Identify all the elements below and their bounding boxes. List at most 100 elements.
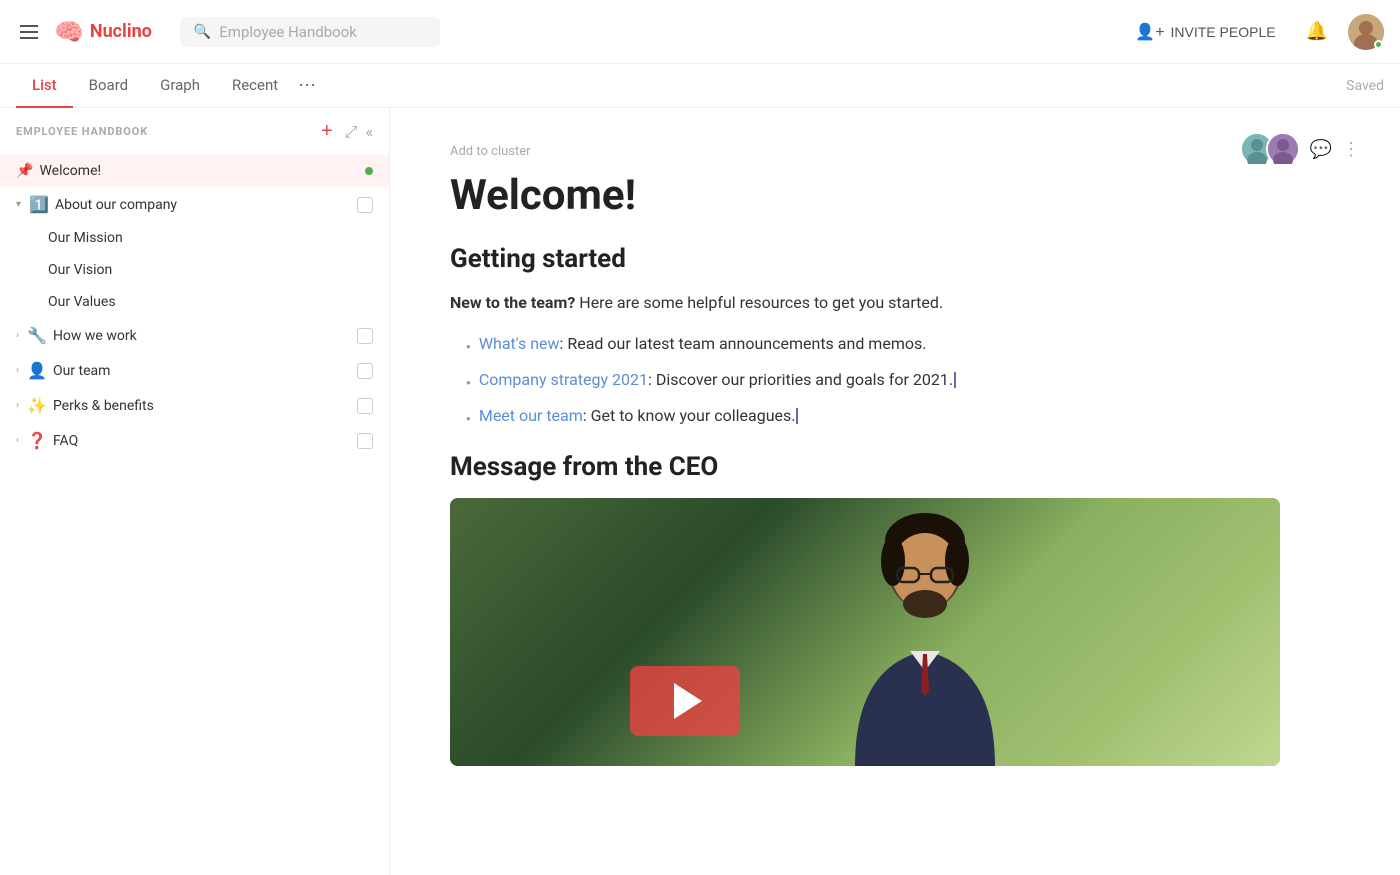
list-item: ● Company strategy 2021: Discover our pr… [466, 368, 1340, 392]
list-item-text: Meet our team: Get to know your colleagu… [479, 404, 799, 428]
sidebar-expand-icon[interactable]: ⤢ [345, 122, 358, 142]
meet-our-team-link[interactable]: Meet our team [479, 406, 583, 425]
topbar-left: 🧠 Nuclino 🔍 Employee Handbook [16, 17, 440, 47]
chevron-right-icon: › [16, 400, 19, 411]
sidebar-item-our-vision[interactable]: Our Vision [0, 254, 389, 286]
hamburger-menu-icon[interactable] [16, 21, 42, 43]
add-to-cluster-link[interactable]: Add to cluster [450, 140, 1340, 159]
sidebar-item-faq[interactable]: › ❓ FAQ [0, 423, 389, 458]
logo[interactable]: 🧠 Nuclino [54, 18, 152, 46]
sidebar-item-perks-benefits-label: Perks & benefits [53, 398, 154, 414]
item-checkbox[interactable] [357, 433, 373, 449]
getting-started-heading: Getting started [450, 244, 1340, 274]
sidebar-item-faq-label: FAQ [53, 433, 78, 449]
perks-benefits-icon: ✨ [27, 396, 47, 415]
sidebar-item-welcome[interactable]: 📌 Welcome! [0, 155, 389, 187]
tab-list[interactable]: List [16, 64, 73, 108]
sidebar-item-about-company-label: About our company [55, 197, 177, 213]
sidebar-item-how-we-work-label: How we work [53, 328, 137, 344]
video-background [450, 498, 1280, 766]
cursor-marker-2 [796, 408, 798, 424]
list-item-text: What's new: Read our latest team announc… [479, 332, 927, 356]
sidebar-header: EMPLOYEE HANDBOOK + ⤢ « [0, 108, 389, 155]
online-indicator [1374, 40, 1383, 49]
logo-text: Nuclino [90, 21, 152, 42]
intro-paragraph: New to the team? Here are some helpful r… [450, 290, 1340, 316]
sidebar: EMPLOYEE HANDBOOK + ⤢ « 📌 Welcome! ▾ 1️⃣… [0, 108, 390, 875]
intro-rest: Here are some helpful resources to get y… [575, 293, 943, 312]
saved-label: Saved [1346, 78, 1384, 94]
active-dot [365, 167, 373, 175]
pin-icon: 📌 [16, 163, 33, 179]
list-item-text: Company strategy 2021: Discover our prio… [479, 368, 956, 392]
item-checkbox[interactable] [357, 328, 373, 344]
list-item: ● Meet our team: Get to know your collea… [466, 404, 1340, 428]
sidebar-item-how-we-work[interactable]: › 🔧 How we work [0, 318, 389, 353]
play-triangle-icon [674, 683, 702, 719]
video-play-button[interactable] [630, 666, 740, 736]
our-team-icon: 👤 [27, 361, 47, 380]
whats-new-rest: : Read our latest team announcements and… [560, 334, 927, 353]
invite-people-button[interactable]: 👤+ INVITE PEOPLE [1125, 16, 1285, 48]
how-we-work-icon: 🔧 [27, 326, 47, 345]
sidebar-item-our-mission-label: Our Mission [48, 230, 123, 246]
chevron-right-icon: › [16, 365, 19, 376]
chevron-right-icon: › [16, 330, 19, 341]
item-checkbox[interactable] [357, 398, 373, 414]
sidebar-item-our-values[interactable]: Our Values [0, 286, 389, 318]
logo-brain-icon: 🧠 [54, 18, 84, 46]
search-bar[interactable]: 🔍 Employee Handbook [180, 17, 440, 47]
main-layout: EMPLOYEE HANDBOOK + ⤢ « 📌 Welcome! ▾ 1️⃣… [0, 108, 1400, 875]
bullet-dot: ● [466, 377, 471, 389]
bullet-dot: ● [466, 341, 471, 353]
more-options-icon[interactable]: ⋮ [1342, 139, 1360, 160]
sidebar-item-our-mission[interactable]: Our Mission [0, 222, 389, 254]
document-title: Welcome! [450, 171, 1340, 220]
meet-team-rest: : Get to know your colleagues. [583, 406, 796, 425]
bullet-dot: ● [466, 413, 471, 425]
topbar: 🧠 Nuclino 🔍 Employee Handbook 👤+ INVITE … [0, 0, 1400, 64]
ceo-video[interactable] [450, 498, 1280, 766]
sidebar-item-our-vision-label: Our Vision [48, 262, 112, 278]
tab-recent[interactable]: Recent [216, 64, 294, 108]
list-item: ● What's new: Read our latest team annou… [466, 332, 1340, 356]
whats-new-link[interactable]: What's new [479, 334, 560, 353]
invite-icon: 👤+ [1135, 22, 1164, 42]
sidebar-collapse-icon[interactable]: « [365, 122, 373, 141]
sidebar-item-our-values-label: Our Values [48, 294, 116, 310]
item-checkbox[interactable] [357, 197, 373, 213]
chevron-right-icon: › [16, 435, 19, 446]
sidebar-item-our-team-label: Our team [53, 363, 110, 379]
search-icon: 🔍 [194, 24, 211, 40]
notifications-bell-icon[interactable]: 🔔 [1306, 21, 1328, 42]
sidebar-item-perks-benefits[interactable]: › ✨ Perks & benefits [0, 388, 389, 423]
company-strategy-rest: : Discover our priorities and goals for … [648, 370, 953, 389]
tab-board[interactable]: Board [73, 64, 144, 108]
sidebar-item-welcome-label: Welcome! [39, 163, 101, 179]
comment-icon[interactable]: 💬 [1310, 139, 1332, 160]
person-silhouette [825, 506, 1025, 766]
faq-icon: ❓ [27, 431, 47, 450]
about-company-icon: 1️⃣ [29, 195, 49, 214]
company-strategy-link[interactable]: Company strategy 2021 [479, 370, 648, 389]
intro-bold: New to the team? [450, 293, 575, 312]
resources-list: ● What's new: Read our latest team annou… [450, 332, 1340, 428]
sidebar-title: EMPLOYEE HANDBOOK [16, 125, 309, 138]
user-avatar[interactable] [1348, 14, 1384, 50]
chevron-down-icon: ▾ [16, 199, 21, 210]
item-checkbox[interactable] [357, 363, 373, 379]
sidebar-item-our-team[interactable]: › 👤 Our team [0, 353, 389, 388]
sidebar-add-button[interactable]: + [317, 120, 337, 143]
collaborator-avatar-2 [1266, 132, 1300, 166]
tab-more-icon[interactable]: ⋯ [298, 75, 316, 96]
tabbar: List Board Graph Recent ⋯ Saved [0, 64, 1400, 108]
ceo-section-heading: Message from the CEO [450, 452, 1340, 482]
sidebar-item-about-company[interactable]: ▾ 1️⃣ About our company [0, 187, 389, 222]
add-to-cluster-label: Add to cluster [450, 144, 531, 159]
content-toolbar: 💬 ⋮ [1240, 132, 1360, 166]
invite-label: INVITE PEOPLE [1171, 24, 1276, 40]
tab-graph[interactable]: Graph [144, 64, 216, 108]
collaborator-avatars [1240, 132, 1300, 166]
search-placeholder: Employee Handbook [219, 23, 357, 41]
content-area: 💬 ⋮ Add to cluster Welcome! Getting star… [390, 108, 1400, 875]
